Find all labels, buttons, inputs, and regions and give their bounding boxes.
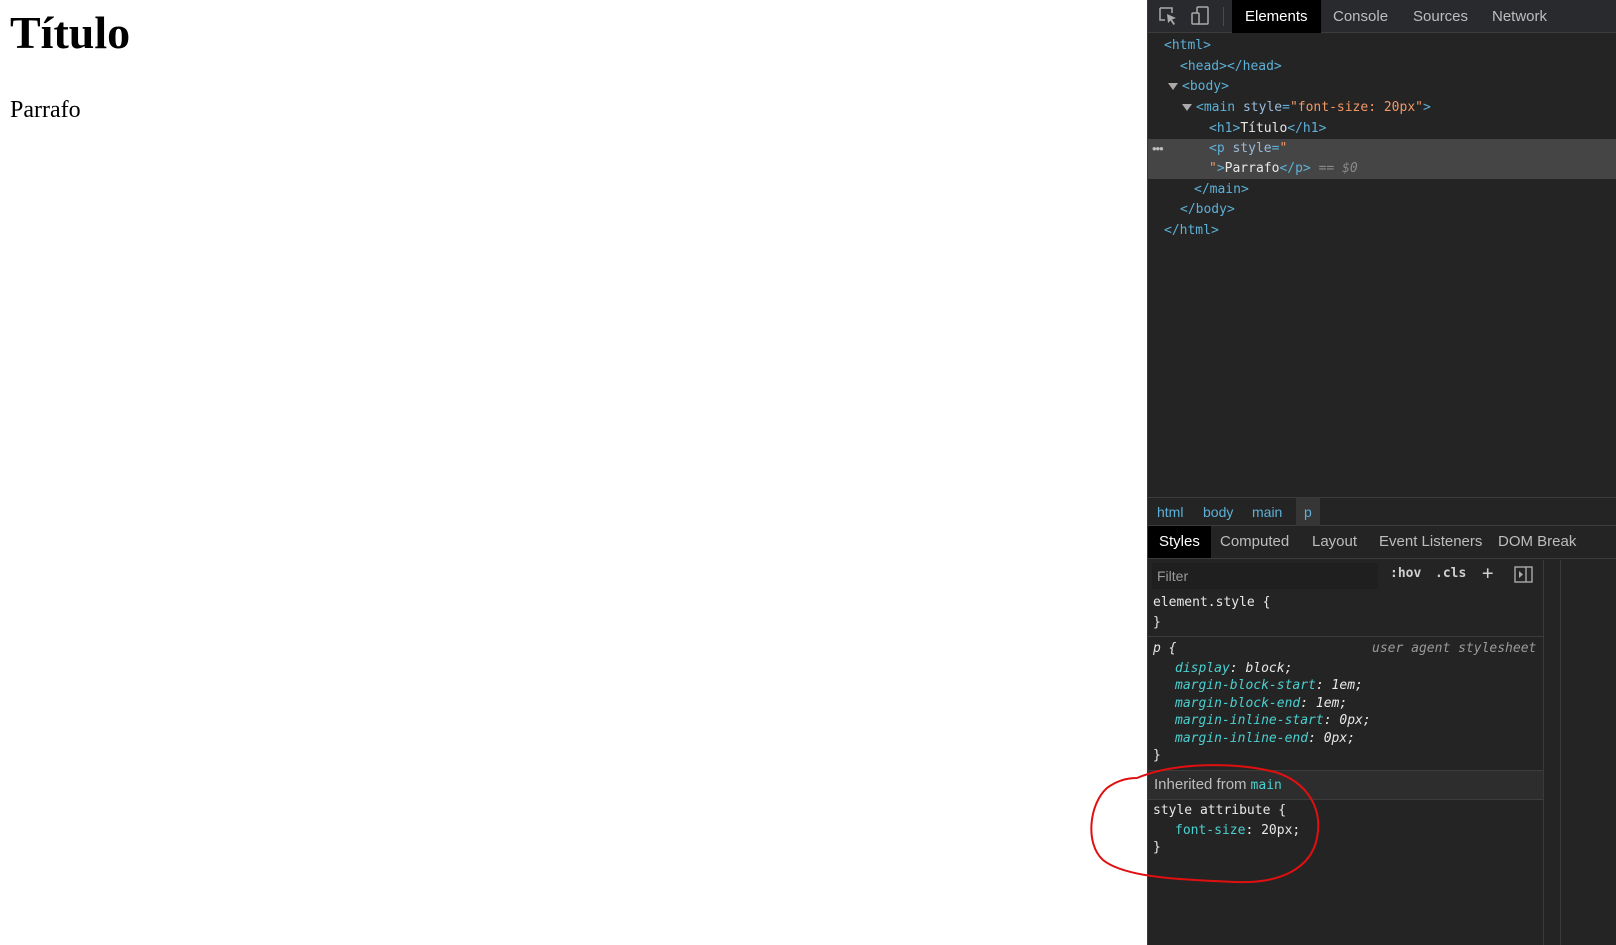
- toolbar-divider: [1223, 7, 1224, 26]
- tab-console[interactable]: Console: [1320, 0, 1401, 33]
- more-actions-icon[interactable]: •••: [1152, 141, 1164, 156]
- tab-elements[interactable]: Elements: [1232, 0, 1321, 33]
- dom-node-p-open[interactable]: <p style=": [1209, 139, 1287, 159]
- scrollbar-track[interactable]: [1560, 560, 1561, 945]
- new-style-rule-button[interactable]: +: [1482, 562, 1493, 584]
- dom-node-body-close[interactable]: </body>: [1180, 200, 1235, 220]
- dom-node-main-close[interactable]: </main>: [1194, 180, 1249, 200]
- device-toolbar-icon[interactable]: [1190, 6, 1212, 26]
- tab-dom-breakpoints[interactable]: DOM Break: [1487, 526, 1587, 558]
- breadcrumb-html[interactable]: html: [1149, 498, 1191, 526]
- dom-node-p-text[interactable]: ">Parrafo</p> == $0: [1209, 159, 1358, 179]
- dom-node-h1[interactable]: <h1>Título</h1>: [1209, 119, 1326, 139]
- page-viewport: Título Parrafo: [0, 0, 1147, 945]
- tab-network[interactable]: Network: [1479, 0, 1560, 33]
- tab-sources[interactable]: Sources: [1400, 0, 1481, 33]
- devtools-panel: Elements Console Sources Network ••• <ht…: [1147, 0, 1616, 945]
- dom-node-head[interactable]: <head></head>: [1180, 57, 1282, 77]
- filter-input[interactable]: [1152, 563, 1378, 589]
- dom-node-html-close[interactable]: </html>: [1164, 221, 1219, 241]
- dom-node-html[interactable]: <html>: [1164, 36, 1211, 56]
- page-paragraph: Parrafo: [10, 97, 81, 123]
- css-declaration[interactable]: display: block;: [1175, 660, 1292, 678]
- rule-close-brace: }: [1153, 615, 1161, 630]
- tab-computed[interactable]: Computed: [1209, 526, 1300, 558]
- breadcrumb-p[interactable]: p: [1296, 498, 1320, 526]
- tab-layout[interactable]: Layout: [1301, 526, 1368, 558]
- selected-marker: == $0: [1318, 161, 1358, 176]
- css-declaration[interactable]: margin-block-start: 1em;: [1175, 677, 1363, 695]
- styles-filter-bar: :hov .cls +: [1148, 560, 1616, 592]
- inherited-label: Inherited from: [1154, 776, 1247, 793]
- element-style-selector[interactable]: element.style {: [1153, 594, 1270, 612]
- rule-close-brace: }: [1153, 748, 1161, 763]
- tab-styles[interactable]: Styles: [1148, 526, 1211, 558]
- css-declaration[interactable]: margin-inline-end: 0px;: [1175, 730, 1355, 748]
- breadcrumb: html body main p: [1148, 497, 1616, 526]
- devtools-toolbar: Elements Console Sources Network: [1148, 0, 1616, 33]
- css-declaration[interactable]: font-size: 20px;: [1175, 822, 1300, 840]
- styles-tabbar: Styles Computed Layout Event Listeners D…: [1148, 526, 1616, 559]
- styles-pane-divider: [1543, 560, 1544, 945]
- style-attribute-selector[interactable]: style attribute {: [1153, 802, 1286, 820]
- cls-button[interactable]: .cls: [1435, 566, 1466, 581]
- expand-triangle-icon[interactable]: [1182, 104, 1192, 111]
- p-rule-selector[interactable]: p {: [1153, 640, 1176, 658]
- breadcrumb-main[interactable]: main: [1244, 498, 1290, 526]
- dom-node-body[interactable]: <body>: [1168, 77, 1229, 97]
- inspect-element-icon[interactable]: [1158, 6, 1180, 26]
- hov-button[interactable]: :hov: [1390, 566, 1421, 581]
- toggle-sidebar-icon[interactable]: [1514, 566, 1534, 589]
- rule-close-brace: }: [1153, 840, 1161, 855]
- page-title: Título: [10, 7, 131, 58]
- css-declaration[interactable]: margin-inline-start: 0px;: [1175, 712, 1371, 730]
- rule-divider: [1148, 636, 1543, 637]
- user-agent-stylesheet-label: user agent stylesheet: [1372, 641, 1537, 656]
- dom-node-main[interactable]: <main style="font-size: 20px">: [1182, 98, 1431, 118]
- inherited-source-link[interactable]: main: [1251, 778, 1282, 793]
- expand-triangle-icon[interactable]: [1168, 83, 1178, 90]
- inherited-from-header: Inherited from main: [1148, 770, 1543, 800]
- tab-event-listeners[interactable]: Event Listeners: [1368, 526, 1493, 558]
- css-declaration[interactable]: margin-block-end: 1em;: [1175, 695, 1347, 713]
- breadcrumb-body[interactable]: body: [1195, 498, 1241, 526]
